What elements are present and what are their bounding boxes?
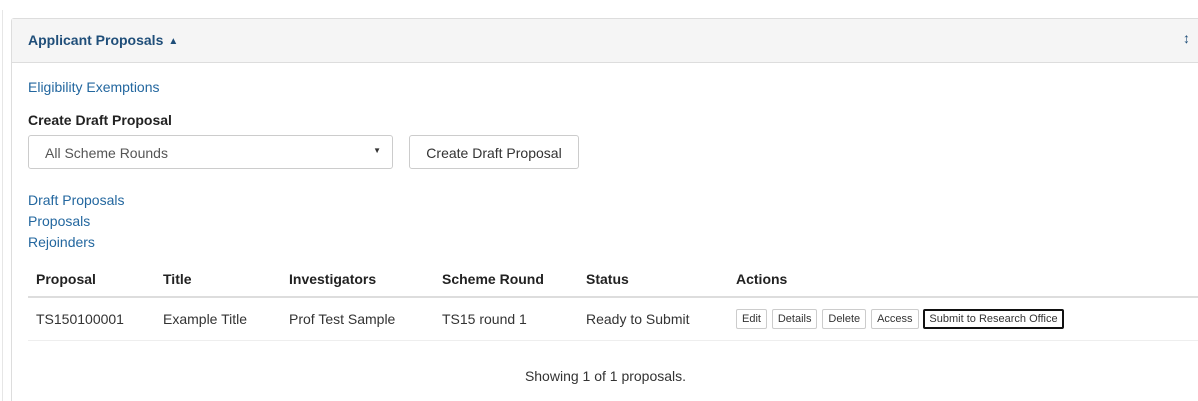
header-proposal: Proposal	[28, 261, 155, 298]
cell-scheme-round: TS15 round 1	[434, 297, 578, 341]
eligibility-exemptions-link[interactable]: Eligibility Exemptions	[28, 79, 160, 95]
submit-to-research-office-button[interactable]: Submit to Research Office	[923, 309, 1064, 329]
outer-container-border	[2, 10, 3, 401]
cell-proposal: TS150100001	[28, 297, 155, 341]
rejoinders-link[interactable]: Rejoinders	[28, 232, 124, 253]
applicant-proposals-panel: Applicant Proposals ▲ ↕ Eligibility Exemp…	[11, 18, 1198, 401]
cell-title: Example Title	[155, 297, 281, 341]
proposals-link[interactable]: Proposals	[28, 211, 124, 232]
cell-status: Ready to Submit	[578, 297, 728, 341]
header-actions: Actions	[728, 261, 1198, 298]
proposals-table: Proposal Title Investigators Scheme Roun…	[28, 261, 1198, 341]
header-status: Status	[578, 261, 728, 298]
vertical-resize-icon[interactable]: ↕	[1183, 30, 1190, 46]
create-draft-heading: Create Draft Proposal	[28, 112, 172, 128]
table-header-row: Proposal Title Investigators Scheme Roun…	[28, 261, 1198, 298]
proposal-count-text: Showing 1 of 1 proposals.	[524, 368, 687, 384]
panel-title: Applicant Proposals	[28, 32, 164, 48]
cell-investigators: Prof Test Sample	[281, 297, 434, 341]
header-scheme-round: Scheme Round	[434, 261, 578, 298]
caret-up-icon[interactable]: ▲	[168, 36, 178, 47]
scheme-round-select-value: All Scheme Rounds	[45, 145, 168, 161]
header-investigators: Investigators	[281, 261, 434, 298]
header-title: Title	[155, 261, 281, 298]
panel-heading: Applicant Proposals ▲ ↕	[12, 19, 1198, 63]
panel-title-toggle[interactable]: Applicant Proposals ▲	[28, 32, 178, 48]
table-row: TS150100001 Example Title Prof Test Samp…	[28, 297, 1198, 341]
scheme-round-select[interactable]: All Scheme Rounds ▼	[28, 135, 393, 169]
delete-button[interactable]: Delete	[822, 309, 867, 329]
proposal-nav-links: Draft Proposals Proposals Rejoinders	[28, 190, 124, 253]
draft-proposals-link[interactable]: Draft Proposals	[28, 190, 124, 211]
cell-actions: Edit Details Delete Access Submit to Res…	[728, 297, 1198, 341]
chevron-down-icon: ▼	[373, 146, 381, 155]
access-button[interactable]: Access	[871, 309, 919, 329]
details-button[interactable]: Details	[771, 309, 818, 329]
create-draft-proposal-button[interactable]: Create Draft Proposal	[409, 135, 579, 169]
edit-button[interactable]: Edit	[736, 309, 767, 329]
